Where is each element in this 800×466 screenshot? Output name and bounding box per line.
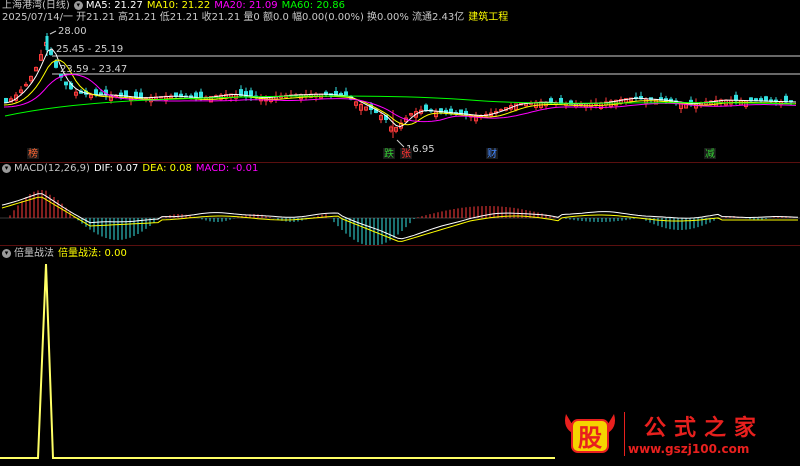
price-header: 上海港湾(日线) ▾ MA5: 21.27 MA10: 21.22 MA20: 21.0… (2, 0, 349, 12)
peak-candle-body (45, 36, 49, 50)
ma20-label: MA20: 21.09 (214, 0, 278, 11)
event-marker: 张 (401, 148, 411, 160)
macd-chart[interactable] (0, 163, 800, 246)
macd-dea-line (1, 196, 798, 242)
event-marker: 跌 (384, 147, 394, 160)
high-price-label: 28.00 (58, 26, 87, 37)
strategy-settings-icon[interactable]: ▾ (2, 248, 11, 258)
ma60-label: MA60: 20.86 (281, 0, 345, 11)
logo-glyph: 股 (578, 424, 602, 452)
bull-logo-icon: 股 (565, 414, 615, 453)
quote-info: 2025/07/14/一 开21.21 高21.21 低21.21 收21.21… (2, 12, 465, 23)
price-panel[interactable]: 28.00 25.45 - 25.19 23.59 - 23.47 16.95 榜跌张财… (0, 0, 800, 162)
event-marker: 减 (705, 148, 715, 160)
ma5-line (3, 48, 797, 128)
strategy-signal-line (0, 263, 555, 459)
watermark: 股 公式之家 www.gszj100.com (560, 408, 795, 464)
industry-label: 建筑工程 (468, 12, 509, 23)
high-pointer (49, 30, 57, 35)
price-chart[interactable]: 28.0025.45 - 25.1923.59 - 23.4716.95榜跌张财… (0, 0, 800, 162)
settings-icon[interactable]: ▾ (73, 0, 83, 10)
candle-body (784, 95, 788, 103)
candle-body (424, 104, 428, 112)
strategy-title: 倍量战法 (14, 248, 54, 259)
watermark-url: www.gszj100.com (628, 442, 750, 456)
strategy-header: ▾ 倍量战法 倍量战法: 0.00 (2, 248, 131, 260)
watermark-title: 公式之家 (644, 416, 765, 441)
price-info-row: 2025/07/14/一 开21.21 高21.21 低21.21 收21.21… (2, 12, 512, 24)
ma20-line (3, 73, 797, 123)
macd-dif-line (1, 193, 799, 240)
low-pointer (396, 139, 405, 148)
macd-dif: DIF: 0.07 (93, 163, 139, 174)
stock-title: 上海港湾(日线) (2, 0, 70, 11)
event-marker: 榜 (28, 147, 38, 160)
macd-panel[interactable]: ▾ MACD(12,26,9) DIF: 0.07 DEA: 0.08 MACD: -0… (0, 162, 800, 246)
candle-body (734, 94, 738, 101)
candle-body (54, 60, 58, 68)
level-upper-label: 25.45 - 25.19 (56, 44, 123, 55)
macd-title: MACD(12,26,9) (14, 163, 90, 174)
event-marker: 财 (487, 147, 497, 160)
watermark-divider (624, 412, 625, 456)
macd-dea: DEA: 0.08 (142, 163, 192, 174)
strategy-value: 倍量战法: 0.00 (58, 248, 127, 259)
candle-body (4, 97, 8, 103)
macd-value: MACD: -0.01 (195, 163, 259, 174)
level-lower-label: 23.59 - 23.47 (60, 64, 127, 75)
candle-body (64, 81, 68, 86)
candle-body (199, 91, 203, 99)
macd-settings-icon[interactable]: ▾ (2, 163, 11, 173)
macd-header: ▾ MACD(12,26,9) DIF: 0.07 DEA: 0.08 MACD: -0… (2, 163, 262, 175)
ma5-label: MA5: 21.27 (85, 0, 143, 11)
ma10-label: MA10: 21.22 (146, 0, 211, 11)
candle-body (49, 50, 53, 55)
